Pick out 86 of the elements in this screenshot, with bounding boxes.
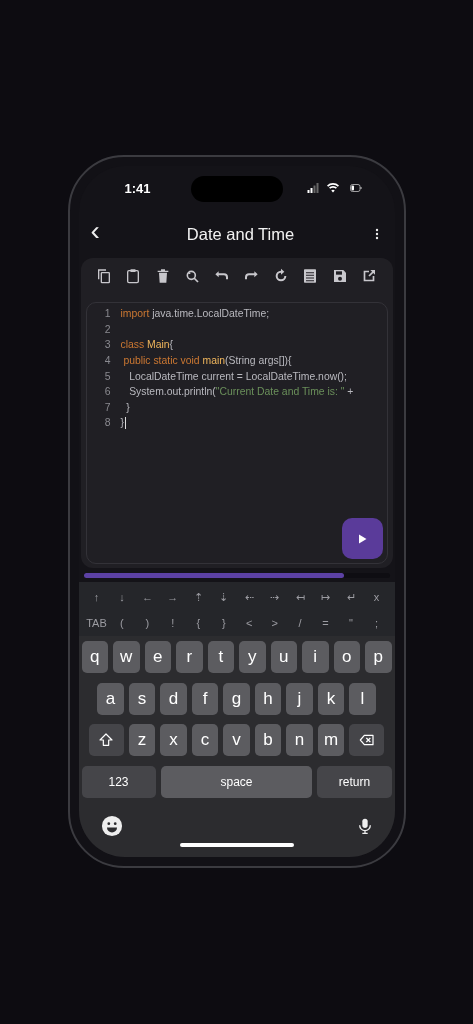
extra-key[interactable]: ( [109,617,134,629]
extra-key[interactable]: ↦ [313,590,338,604]
extra-key[interactable]: ; [364,617,389,629]
line-number: 8 [103,417,112,429]
search-replace-icon[interactable] [184,268,201,284]
key[interactable]: l [349,682,376,715]
extra-key[interactable]: ← [135,591,160,603]
clipboard-icon[interactable] [125,268,142,284]
emoji-icon[interactable] [100,815,123,837]
open-external-icon[interactable] [361,268,378,284]
key[interactable]: d [160,682,187,715]
wifi-icon [325,182,340,194]
backspace-key[interactable] [349,724,385,756]
key[interactable]: x [160,724,187,756]
key[interactable]: y [239,641,266,673]
key[interactable]: f [191,682,219,715]
copy-icon[interactable] [95,268,112,284]
extra-key[interactable]: " [339,617,364,629]
run-button[interactable] [341,518,383,559]
key[interactable]: n [286,724,313,756]
extra-key[interactable]: ↑ [84,591,109,603]
code-line: System.out.println("Current Date and Time is: " + [128,386,354,398]
numbers-key[interactable]: 123 [81,765,156,798]
extra-key[interactable]: / [288,617,313,629]
extra-key[interactable]: ⇠ [237,590,262,604]
extra-key[interactable]: ↓ [109,591,134,603]
back-button[interactable]: ‹ [90,217,111,245]
key[interactable]: b [254,724,282,756]
extra-key[interactable]: TAB [84,617,109,629]
key[interactable]: q [81,641,108,673]
key[interactable]: c [191,724,219,756]
extra-key[interactable]: ) [135,617,160,629]
key[interactable]: k [317,682,345,715]
document-icon[interactable] [302,268,319,284]
key[interactable]: o [333,641,360,673]
shift-key[interactable] [88,724,124,756]
shift-icon [98,732,115,748]
code-line: } [120,417,124,429]
key[interactable]: g [223,682,250,715]
code-line: public static void main(String args[]){ [122,355,292,367]
space-key[interactable]: space [160,765,313,798]
key[interactable]: i [302,641,329,673]
extra-key[interactable]: > [262,617,287,629]
line-number: 6 [103,386,112,398]
key[interactable]: m [317,724,345,756]
code-line: import java.time.LocalDateTime; [120,308,270,320]
key[interactable]: w [113,641,140,673]
key[interactable]: v [223,724,250,756]
line-number: 1 [103,308,112,320]
line-number: 4 [103,355,112,367]
key[interactable]: u [270,641,297,673]
extra-key[interactable]: x [364,591,389,603]
key[interactable]: p [365,641,392,673]
line-number: 5 [103,370,112,382]
return-key[interactable]: return [317,765,392,798]
extra-key[interactable]: = [313,617,338,629]
extra-key[interactable]: ⇡ [186,590,211,604]
play-icon [356,532,368,545]
extra-key[interactable]: ⇢ [262,590,287,604]
key[interactable]: z [128,724,156,756]
key[interactable]: a [97,682,124,715]
key[interactable]: e [144,641,171,673]
status-time: 1:41 [124,180,151,196]
extra-key[interactable]: → [160,591,185,603]
line-number: 7 [103,401,112,413]
line-number: 3 [103,339,112,351]
code-line: } [125,401,130,413]
key[interactable]: j [286,682,313,715]
code-editor[interactable]: 1 import java.time.LocalDateTime; 2 3 class Main{ 4 public static void main(String args[]){ 5 LocalDateTime current = LocalDateTime.now(); 6 System.out.println("Current Date and Time is: " + 7 } 8 } [85,302,388,564]
extra-key[interactable]: ⇣ [211,590,236,604]
extra-key[interactable]: < [237,617,262,629]
key[interactable]: r [176,641,203,673]
code-line: class Main{ [120,339,174,351]
key[interactable]: t [207,641,234,673]
save-icon[interactable] [331,268,348,284]
extra-key[interactable]: ! [160,617,185,629]
key[interactable]: h [254,682,282,715]
extra-key[interactable]: ↵ [339,590,364,604]
extra-key[interactable]: } [211,617,236,629]
backspace-icon [357,732,376,748]
extra-key[interactable]: { [186,617,211,629]
key[interactable]: s [128,682,156,715]
extra-key[interactable]: ↤ [288,590,313,604]
line-number: 2 [103,323,112,335]
screen-title: Date and Time [185,224,296,244]
code-line: LocalDateTime current = LocalDateTime.now(); [128,370,347,382]
